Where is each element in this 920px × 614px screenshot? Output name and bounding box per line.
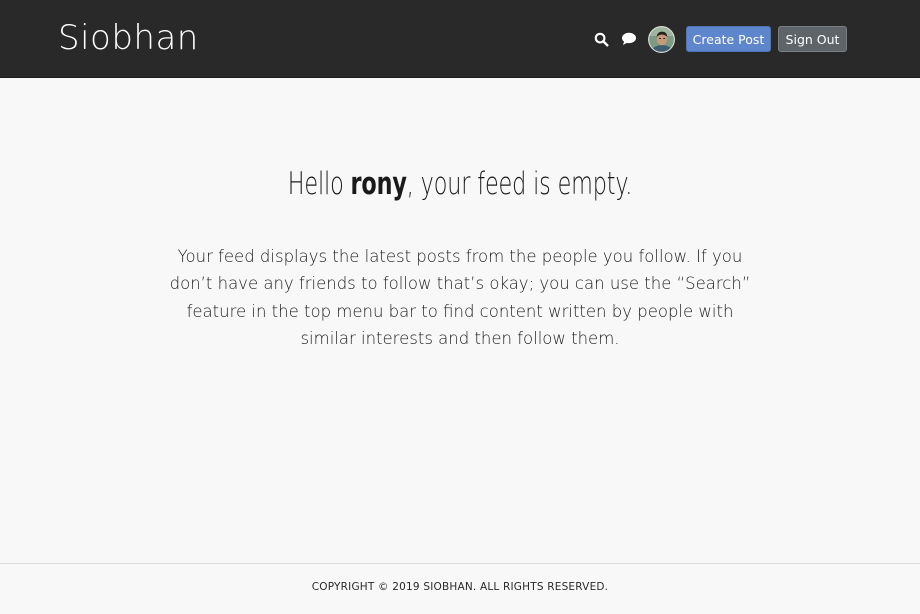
- greeting-prefix: Hello: [287, 166, 351, 202]
- empty-feed-heading: Hello rony, your feed is empty.: [129, 162, 791, 206]
- search-icon[interactable]: [590, 26, 612, 52]
- create-post-button[interactable]: Create Post: [686, 26, 771, 52]
- user-avatar[interactable]: [648, 25, 675, 53]
- sign-out-button[interactable]: Sign Out: [778, 26, 847, 52]
- feed-area: Hello rony, your feed is empty. Your fee…: [0, 78, 920, 563]
- greeting-suffix: , your feed is empty.: [406, 166, 633, 202]
- username: rony: [350, 166, 407, 202]
- header-actions: [590, 25, 686, 53]
- brand-logo-link[interactable]: Siobhan: [58, 18, 199, 58]
- empty-feed-message: Your feed displays the latest posts from…: [169, 246, 751, 349]
- copyright-text: COPYRIGHT © 2019 SIOBHAN. ALL RIGHTS RES…: [311, 581, 609, 593]
- footer: COPYRIGHT © 2019 SIOBHAN. ALL RIGHTS RES…: [0, 563, 920, 614]
- chat-icon[interactable]: [618, 26, 640, 52]
- header-bar: Siobhan Create Post Sign Out: [0, 0, 920, 78]
